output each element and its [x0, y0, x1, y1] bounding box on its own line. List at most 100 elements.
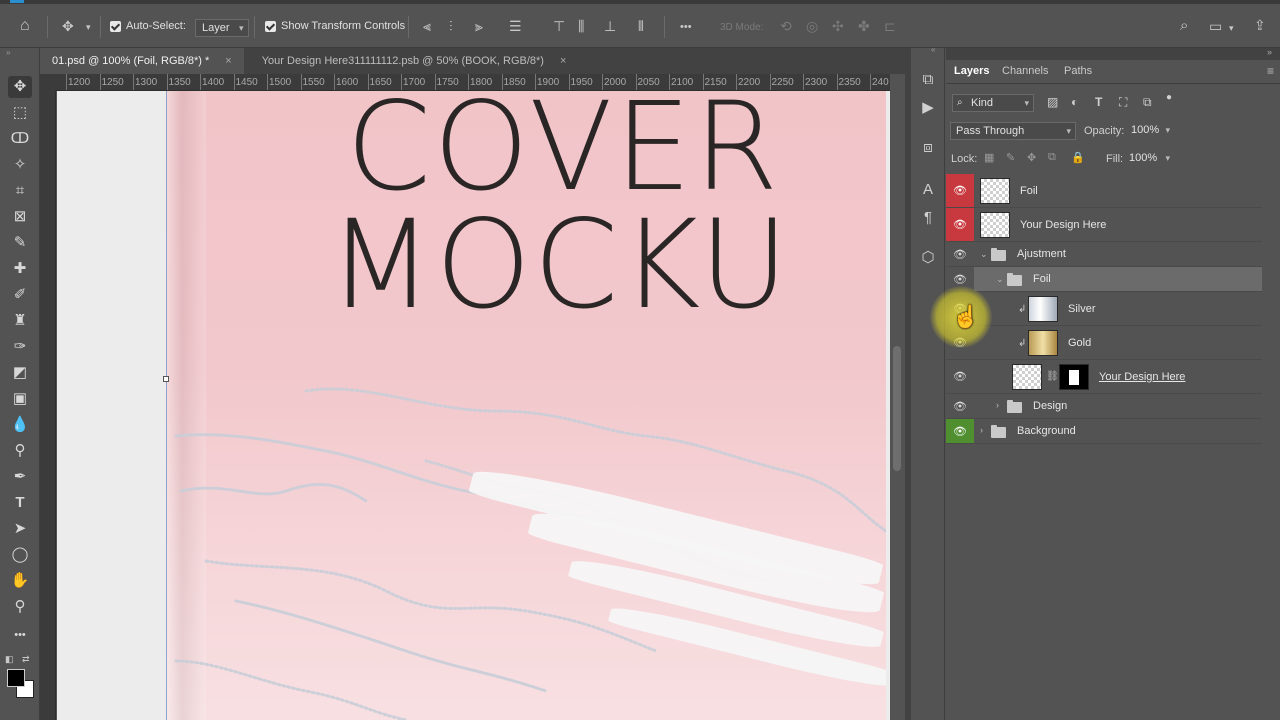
align-left-icon[interactable]: ⫷ — [423, 19, 431, 33]
chevron-right-icon[interactable]: › — [980, 425, 983, 435]
filter-toggle-icon[interactable]: ● — [1166, 92, 1172, 103]
chevron-down-icon[interactable]: ⌄ — [996, 274, 1004, 285]
collapse-icon[interactable]: » — [1267, 47, 1272, 57]
canvas[interactable]: COVER MOCKU — [57, 91, 890, 720]
distribute-vertical-icon[interactable]: ⫴ — [638, 19, 644, 33]
lock-position-icon[interactable]: ✥ — [1027, 151, 1036, 164]
fill-field[interactable]: 100% — [1124, 150, 1174, 168]
opacity-field[interactable]: 100% — [1126, 122, 1174, 140]
shape-filter-icon[interactable]: ⛶ — [1119, 95, 1127, 110]
vertical-ruler[interactable] — [40, 91, 56, 720]
pixel-filter-icon[interactable]: ▨ — [1047, 95, 1058, 109]
chevron-right-icon[interactable]: › — [996, 400, 999, 410]
filter-kind-dropdown[interactable]: ⌕ Kind — [952, 94, 1034, 112]
type-filter-icon[interactable]: T — [1095, 95, 1102, 109]
smart-object-filter-icon[interactable]: ⧉ — [1143, 95, 1152, 110]
pen-tool-icon[interactable]: ✒ — [8, 466, 32, 488]
close-icon[interactable]: × — [225, 48, 231, 74]
eraser-tool-icon[interactable]: ◩ — [8, 362, 32, 384]
clone-stamp-icon[interactable]: ♜ — [8, 310, 32, 332]
brush-tool-icon[interactable]: ✐ — [8, 284, 32, 306]
adjustment-filter-icon[interactable]: ◐ — [1071, 95, 1078, 109]
share-icon[interactable]: ⇪ — [1254, 18, 1266, 32]
align-right-icon[interactable]: ⫸ — [475, 19, 483, 33]
default-colors-icon[interactable]: ◧ — [5, 652, 14, 666]
path-selection-icon[interactable]: ➤ — [8, 518, 32, 540]
checkbox-icon[interactable] — [265, 20, 276, 32]
horizontal-ruler[interactable]: 1200 1250 1300 1350 1400 1450 1500 1550 1600 1650… — [56, 74, 905, 91]
workspace-icon[interactable]: ▭ — [1209, 19, 1222, 33]
chevron-down-icon[interactable]: ⌄ — [980, 249, 988, 260]
actions-panel-icon[interactable]: ▶ — [918, 98, 938, 118]
align-center-icon[interactable]: ⫶ — [449, 19, 453, 33]
collapse-icon[interactable]: « — [931, 45, 936, 54]
more-options-icon[interactable]: ••• — [680, 20, 692, 34]
magic-wand-icon[interactable]: ✧ — [8, 154, 32, 176]
vertical-scrollbar[interactable] — [890, 74, 905, 720]
show-transform-checkbox[interactable]: Show Transform Controls — [265, 20, 405, 32]
eye-icon[interactable]: 👁 — [946, 394, 974, 418]
checkbox-icon[interactable] — [110, 20, 121, 32]
close-icon[interactable]: × — [560, 48, 566, 74]
auto-select-checkbox[interactable]: Auto-Select: — [110, 20, 186, 32]
eye-icon[interactable]: 👁 — [946, 242, 974, 266]
home-icon[interactable]: ⌂ — [20, 18, 30, 34]
auto-select-target-value[interactable]: Layer — [195, 19, 249, 37]
layer-row[interactable]: 👁 ↲ Silver — [946, 292, 1262, 326]
tab-paths[interactable]: Paths — [1064, 60, 1092, 84]
collapse-icon[interactable]: » — [6, 48, 11, 57]
eye-icon[interactable]: 👁 — [946, 174, 974, 207]
crop-tool-icon[interactable]: ⌗ — [8, 180, 32, 202]
lock-artboard-icon[interactable]: ⧉ — [1048, 151, 1056, 164]
lock-image-icon[interactable]: ✎ — [1006, 151, 1015, 164]
blend-mode-dropdown[interactable]: Pass Through — [950, 122, 1076, 140]
marquee-tool-icon[interactable]: ⬚ — [8, 102, 32, 124]
layer-row[interactable]: 👁 ⛓ Your Design Here — [946, 360, 1262, 394]
foreground-color-swatch[interactable] — [7, 669, 25, 687]
swap-colors-icon[interactable]: ⇄ — [22, 652, 30, 666]
layer-row[interactable]: 👁 ↲ Gold — [946, 326, 1262, 360]
lasso-tool-icon[interactable]: ↀ — [8, 128, 32, 150]
layer-row[interactable]: 👁 Your Design Here — [946, 208, 1262, 242]
layer-group-row[interactable]: 👁 › Design — [946, 394, 1262, 419]
eye-icon[interactable]: 👁 — [946, 208, 974, 241]
tab-layers[interactable]: Layers — [954, 60, 989, 84]
document-tab[interactable]: Your Design Here311111112.psb @ 50% (BOO… — [244, 48, 579, 74]
eye-icon[interactable]: 👁 — [946, 419, 974, 443]
transform-handle[interactable] — [163, 376, 169, 382]
zoom-tool-icon[interactable]: ⚲ — [8, 596, 32, 618]
scrollbar-thumb[interactable] — [893, 346, 901, 471]
ellipse-tool-icon[interactable]: ◯ — [8, 544, 32, 566]
auto-select-target-dropdown[interactable]: Layer — [195, 19, 249, 37]
history-panel-icon[interactable]: ⧉ — [918, 70, 938, 90]
move-tool-icon[interactable]: ✥ — [8, 76, 32, 98]
align-bottom-icon[interactable]: ⊥ — [604, 19, 616, 33]
align-top-icon[interactable]: ⊤ — [553, 19, 565, 33]
eye-icon[interactable]: 👁 — [946, 360, 974, 393]
paragraph-panel-icon[interactable]: ¶ — [918, 208, 938, 228]
layer-row[interactable]: 👁 Foil — [946, 174, 1262, 208]
layer-mask-thumbnail[interactable] — [1059, 364, 1089, 390]
layer-group-row[interactable]: 👁 ⌄ Ajustment — [946, 242, 1262, 267]
dodge-tool-icon[interactable]: ⚲ — [8, 440, 32, 462]
hand-tool-icon[interactable]: ✋ — [8, 570, 32, 592]
eyedropper-icon[interactable]: ✎ — [8, 232, 32, 254]
document-tab[interactable]: 01.psd @ 100% (Foil, RGB/8*) * × — [40, 48, 244, 74]
layer-group-row[interactable]: 👁 ⌄ Foil — [946, 267, 1262, 292]
libraries-panel-icon[interactable]: ⧈ — [918, 138, 938, 158]
3d-panel-icon[interactable]: ⬡ — [918, 248, 938, 268]
tab-channels[interactable]: Channels — [1002, 60, 1048, 84]
lock-transparency-icon[interactable]: ▦ — [984, 151, 994, 164]
distribute-icon[interactable]: ☰ — [509, 19, 522, 33]
gradient-tool-icon[interactable]: ▣ — [8, 388, 32, 410]
character-panel-icon[interactable]: A — [918, 180, 938, 200]
move-tool-icon[interactable]: ✥ — [62, 19, 74, 33]
chevron-down-icon[interactable]: ▾ — [86, 20, 91, 34]
panel-menu-icon[interactable]: ≡ — [1267, 64, 1274, 78]
fill-value[interactable]: 100% — [1129, 152, 1157, 164]
chevron-down-icon[interactable]: ▾ — [1229, 21, 1234, 35]
link-icon[interactable]: ⛓ — [1046, 371, 1059, 382]
frame-tool-icon[interactable]: ⊠ — [8, 206, 32, 228]
lock-all-icon[interactable]: 🔒 — [1071, 151, 1085, 164]
align-middle-icon[interactable]: ⫼ — [578, 19, 584, 33]
